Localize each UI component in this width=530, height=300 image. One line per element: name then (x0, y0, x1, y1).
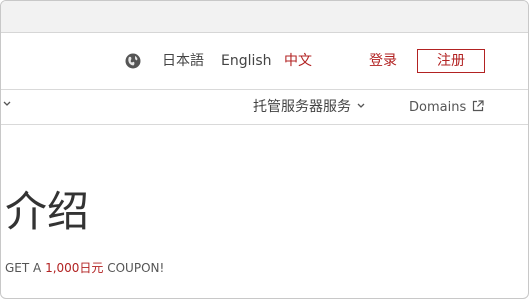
page-title: 介绍 (5, 187, 90, 236)
site-header: 日本語 English 中文 登录 注册 (1, 33, 528, 89)
nav-domains-link[interactable]: Domains (409, 99, 466, 117)
nav-hosting-services[interactable]: 托管服务器服务 (253, 98, 351, 116)
globe-icon[interactable] (125, 53, 141, 69)
chevron-down-icon[interactable] (3, 99, 11, 109)
language-chinese-link[interactable]: 中文 (284, 52, 312, 70)
language-japanese-link[interactable]: 日本語 (162, 52, 204, 70)
coupon-promo: GET A 1,000日元 COUPON! (5, 260, 164, 276)
language-english-link[interactable]: English (221, 52, 272, 70)
browser-topbar (1, 1, 528, 33)
promo-suffix: COUPON! (103, 261, 165, 275)
chevron-down-icon[interactable] (357, 101, 365, 111)
browser-window: 日本語 English 中文 登录 注册 托管服务器服务 Domains 介绍 … (0, 0, 529, 299)
promo-amount: 1,000日元 (45, 261, 104, 275)
register-button[interactable]: 注册 (417, 49, 485, 73)
main-nav: 托管服务器服务 Domains (1, 89, 528, 125)
login-link[interactable]: 登录 (369, 52, 397, 70)
external-link-icon[interactable] (472, 100, 484, 112)
promo-prefix: GET A (5, 261, 46, 275)
